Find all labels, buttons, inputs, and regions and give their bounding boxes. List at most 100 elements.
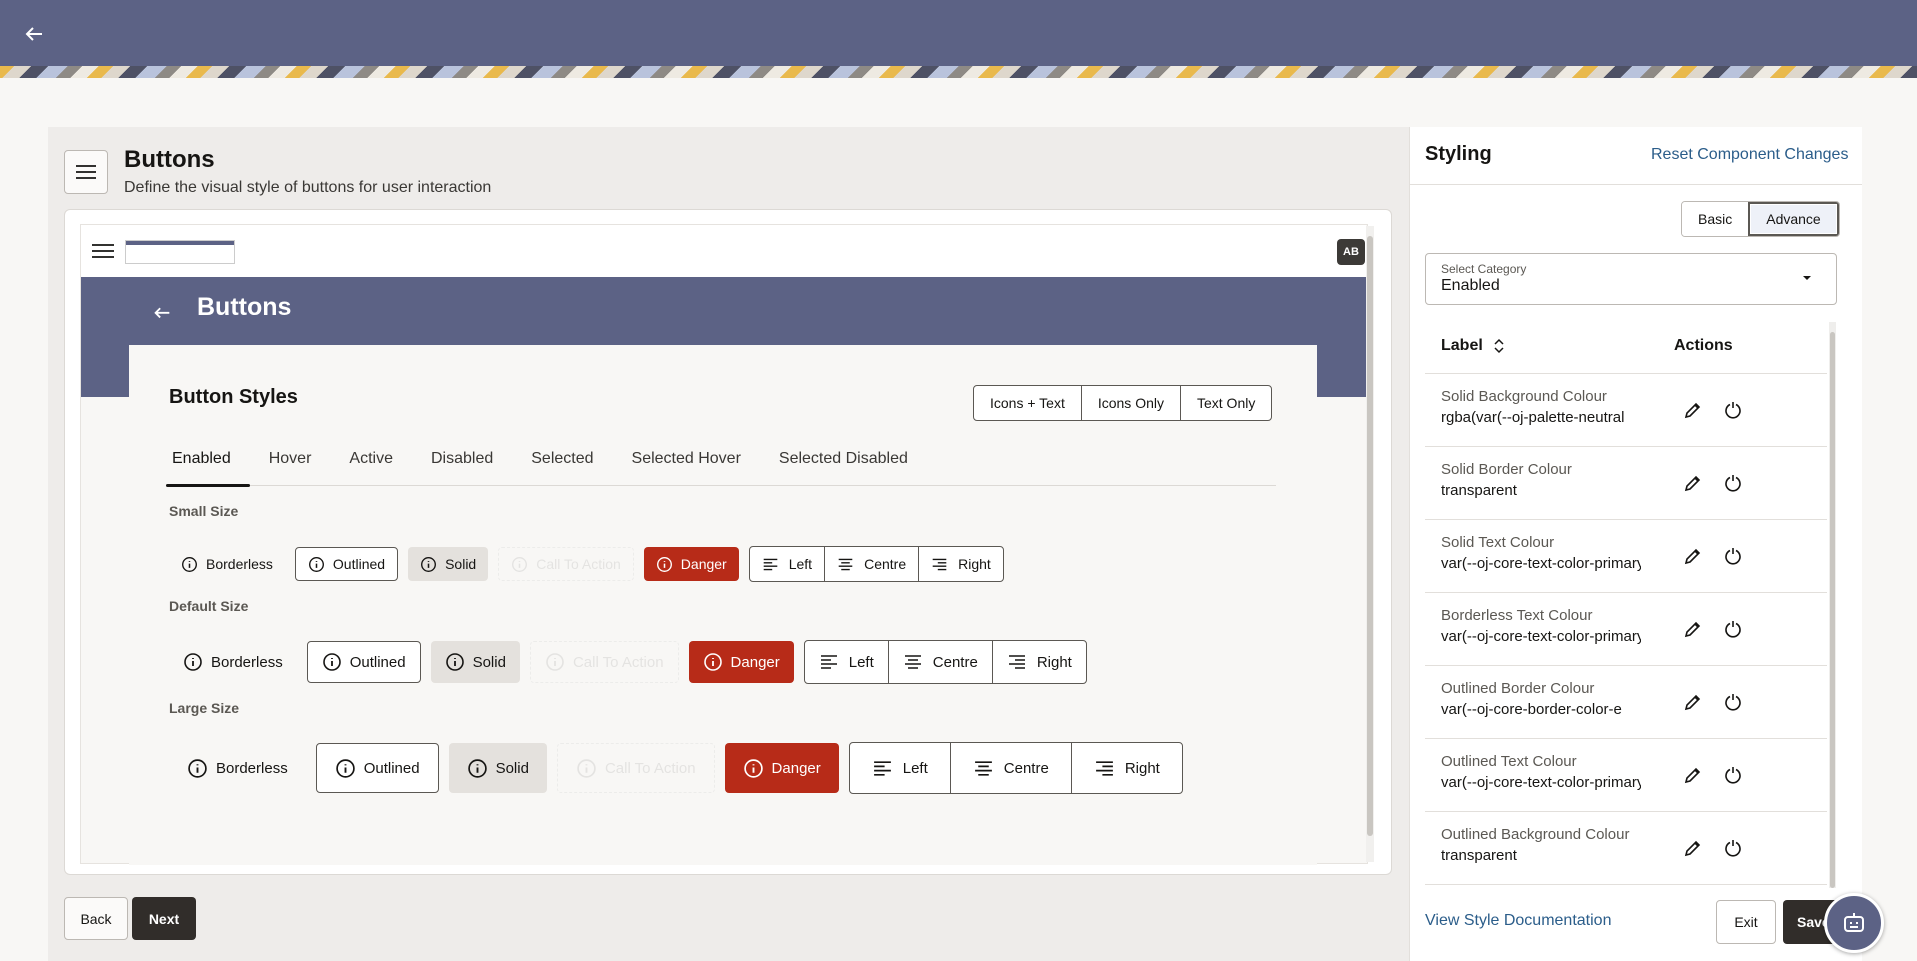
style-documentation-link[interactable]: View Style Documentation (1425, 912, 1611, 930)
align-left-button[interactable]: Left (805, 641, 888, 683)
row-value: var(--oj-core-border-color-e (1441, 701, 1622, 718)
label-column-header[interactable]: Label (1441, 337, 1505, 355)
reset-icon[interactable] (1723, 619, 1743, 639)
reset-icon[interactable] (1723, 765, 1743, 785)
reset-icon[interactable] (1723, 473, 1743, 493)
align-right-button[interactable]: Right (918, 547, 1003, 581)
header-pattern (0, 66, 1917, 78)
preview-logo-thumbnail (125, 240, 235, 264)
borderless-button[interactable]: Borderless (169, 743, 306, 793)
button-label: Outlined (349, 653, 406, 671)
button-label: Solid (495, 759, 529, 777)
cta-button[interactable]: Call To Action (556, 743, 715, 793)
state-tabs: Enabled Hover Active Disabled Selected S… (166, 448, 1276, 487)
table-row: Solid Text Colour var(--oj-core-text-colo… (1425, 520, 1827, 593)
button-label: Borderless (216, 759, 288, 777)
reset-icon[interactable] (1723, 692, 1743, 712)
cta-button[interactable]: Call To Action (498, 547, 634, 581)
assistant-bot-button[interactable] (1824, 893, 1884, 953)
preview-back-icon[interactable] (151, 300, 173, 322)
edit-icon[interactable] (1683, 765, 1703, 785)
row-value: var(--oj-core-text-color-primary (1441, 555, 1641, 572)
edit-icon[interactable] (1683, 400, 1703, 420)
large-button-row: Borderless Outlined Solid Call To Action… (169, 742, 1183, 794)
borderless-button[interactable]: Borderless (169, 641, 297, 683)
edit-icon[interactable] (1683, 692, 1703, 712)
reset-icon[interactable] (1723, 838, 1743, 858)
styling-title: Styling (1425, 143, 1492, 165)
edit-icon[interactable] (1683, 473, 1703, 493)
reset-icon[interactable] (1723, 546, 1743, 566)
align-left-button[interactable]: Left (850, 743, 950, 793)
mode-icons-only[interactable]: Icons Only (1080, 386, 1180, 420)
hamburger-icon (76, 165, 96, 179)
bot-icon (1844, 913, 1864, 932)
align-left-button[interactable]: Left (750, 547, 824, 581)
tab-selected-disabled[interactable]: Selected Disabled (779, 448, 927, 485)
align-left-icon (819, 652, 839, 672)
table-scrollbar-thumb[interactable] (1830, 332, 1835, 888)
info-icon (467, 758, 488, 779)
button-label: Call To Action (536, 556, 621, 572)
borderless-button[interactable]: Borderless (169, 547, 285, 581)
button-label: Centre (864, 556, 907, 572)
back-arrow-icon[interactable] (22, 22, 46, 46)
solid-button[interactable]: Solid (430, 641, 520, 683)
align-right-button[interactable]: Right (991, 641, 1086, 683)
tab-disabled[interactable]: Disabled (431, 448, 512, 485)
exit-button[interactable]: Exit (1716, 900, 1776, 944)
info-icon (420, 556, 437, 573)
edit-icon[interactable] (1683, 546, 1703, 566)
tab-hover[interactable]: Hover (269, 448, 331, 485)
button-label: Right (958, 556, 991, 572)
info-icon (511, 556, 528, 573)
mode-text-only[interactable]: Text Only (1179, 386, 1271, 420)
app-header (0, 0, 1917, 66)
basic-toggle[interactable]: Basic (1682, 202, 1749, 236)
table-row: Solid Border Colour transparent (1425, 447, 1827, 520)
caret-down-icon[interactable] (1800, 271, 1814, 285)
danger-button[interactable]: Danger (688, 641, 794, 683)
button-label: Call To Action (572, 653, 664, 671)
preview-scrollbar-thumb[interactable] (1367, 236, 1373, 836)
info-icon (545, 652, 565, 672)
align-centre-icon (973, 758, 994, 779)
align-centre-button[interactable]: Centre (887, 641, 992, 683)
align-centre-button[interactable]: Centre (949, 743, 1071, 793)
advance-toggle[interactable]: Advance (1748, 202, 1839, 236)
label-header-text: Label (1441, 337, 1483, 354)
info-icon (181, 556, 198, 573)
small-size-label: Small Size (169, 503, 239, 519)
row-value: transparent (1441, 482, 1517, 499)
info-icon (335, 758, 356, 779)
outlined-button[interactable]: Outlined (306, 641, 421, 683)
outlined-button[interactable]: Outlined (315, 743, 439, 793)
align-centre-button[interactable]: Centre (824, 547, 918, 581)
tab-selected[interactable]: Selected (531, 448, 612, 485)
tab-enabled[interactable]: Enabled (166, 448, 250, 487)
tab-selected-hover[interactable]: Selected Hover (632, 448, 760, 485)
menu-button[interactable] (64, 150, 108, 194)
reset-icon[interactable] (1723, 400, 1743, 420)
button-label: Left (902, 759, 928, 777)
danger-button[interactable]: Danger (643, 547, 739, 581)
outlined-button[interactable]: Outlined (294, 547, 399, 581)
edit-icon[interactable] (1683, 838, 1703, 858)
preview-menu-icon[interactable] (92, 243, 114, 259)
mode-icons-text[interactable]: Icons + Text (974, 386, 1081, 420)
align-right-button[interactable]: Right (1070, 743, 1182, 793)
danger-button[interactable]: Danger (724, 743, 839, 793)
solid-button[interactable]: Solid (408, 547, 489, 581)
row-label: Outlined Text Colour (1441, 753, 1577, 770)
next-button[interactable]: Next (132, 897, 196, 940)
edit-icon[interactable] (1683, 619, 1703, 639)
row-value: var(--oj-core-text-color-primary (1441, 774, 1641, 791)
cta-button[interactable]: Call To Action (529, 641, 679, 683)
reset-component-link[interactable]: Reset Component Changes (1651, 146, 1848, 164)
back-button[interactable]: Back (64, 897, 128, 940)
button-label: Centre (1003, 759, 1049, 777)
solid-button[interactable]: Solid (448, 743, 547, 793)
default-size-label: Default Size (169, 598, 249, 614)
avatar[interactable]: AB (1337, 239, 1365, 265)
tab-active[interactable]: Active (349, 448, 412, 485)
